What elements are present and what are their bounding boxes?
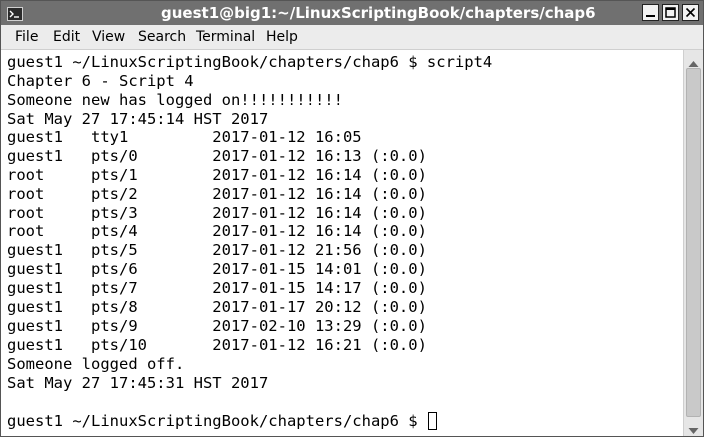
maximize-button[interactable] bbox=[662, 4, 679, 21]
terminal-line: guest1 pts/8 2017-01-17 20:12 (:0.0) bbox=[7, 298, 427, 316]
minimize-button[interactable] bbox=[642, 4, 659, 21]
scrollbar-thumb[interactable] bbox=[686, 68, 701, 417]
terminal-line: root pts/4 2017-01-12 16:14 (:0.0) bbox=[7, 222, 427, 240]
menu-edit[interactable]: Edit bbox=[53, 28, 80, 46]
menu-help[interactable]: Help bbox=[266, 28, 298, 46]
terminal-prompt: guest1 ~/LinuxScriptingBook/chapters/cha… bbox=[7, 412, 427, 430]
window-title: guest1@big1:~/LinuxScriptingBook/chapter… bbox=[161, 4, 596, 22]
vertical-scrollbar[interactable] bbox=[683, 50, 703, 436]
terminal-icon[interactable] bbox=[7, 6, 23, 21]
terminal-line: guest1 pts/5 2017-01-12 21:56 (:0.0) bbox=[7, 241, 427, 259]
terminal-line: guest1 pts/10 2017-01-12 16:21 (:0.0) bbox=[7, 336, 427, 354]
terminal-line: Sat May 27 17:45:31 HST 2017 bbox=[7, 374, 269, 392]
maximize-icon bbox=[665, 7, 676, 18]
menu-view[interactable]: View bbox=[92, 28, 125, 46]
menu-file[interactable]: File bbox=[15, 28, 38, 46]
terminal-window: guest1@big1:~/LinuxScriptingBook/chapter… bbox=[0, 0, 704, 437]
terminal-line: guest1 pts/6 2017-01-15 14:01 (:0.0) bbox=[7, 260, 427, 278]
text-cursor bbox=[427, 412, 437, 430]
terminal-line: root pts/2 2017-01-12 16:14 (:0.0) bbox=[7, 185, 427, 203]
terminal-line: guest1 pts/0 2017-01-12 16:13 (:0.0) bbox=[7, 147, 427, 165]
terminal-line: Someone logged off. bbox=[7, 355, 185, 373]
terminal-line: Someone new has logged on!!!!!!!!!!! bbox=[7, 91, 343, 109]
terminal-line: guest1 tty1 2017-01-12 16:05 bbox=[7, 128, 362, 146]
terminal-line: Chapter 6 - Script 4 bbox=[7, 72, 194, 90]
terminal-line: root pts/3 2017-01-12 16:14 (:0.0) bbox=[7, 204, 427, 222]
terminal-line: Sat May 27 17:45:14 HST 2017 bbox=[7, 110, 269, 128]
title-bar[interactable]: guest1@big1:~/LinuxScriptingBook/chapter… bbox=[1, 1, 703, 25]
close-button[interactable] bbox=[682, 4, 699, 21]
terminal-line: guest1 pts/7 2017-01-15 14:17 (:0.0) bbox=[7, 279, 427, 297]
terminal-line: guest1 pts/9 2017-02-10 13:29 (:0.0) bbox=[7, 317, 427, 335]
minimize-icon bbox=[646, 15, 655, 17]
scroll-up-icon[interactable] bbox=[687, 54, 700, 67]
terminal-line: root pts/1 2017-01-12 16:14 (:0.0) bbox=[7, 166, 427, 184]
menu-terminal[interactable]: Terminal bbox=[196, 28, 255, 46]
terminal-prompt-line: guest1 ~/LinuxScriptingBook/chapters/cha… bbox=[7, 412, 437, 431]
scroll-down-icon[interactable] bbox=[687, 421, 700, 434]
terminal-output[interactable]: guest1 ~/LinuxScriptingBook/chapters/cha… bbox=[1, 50, 683, 436]
terminal-line: guest1 ~/LinuxScriptingBook/chapters/cha… bbox=[7, 53, 493, 71]
close-icon bbox=[685, 7, 696, 18]
menu-bar: File Edit View Search Terminal Help bbox=[1, 25, 703, 50]
menu-search[interactable]: Search bbox=[138, 28, 186, 46]
